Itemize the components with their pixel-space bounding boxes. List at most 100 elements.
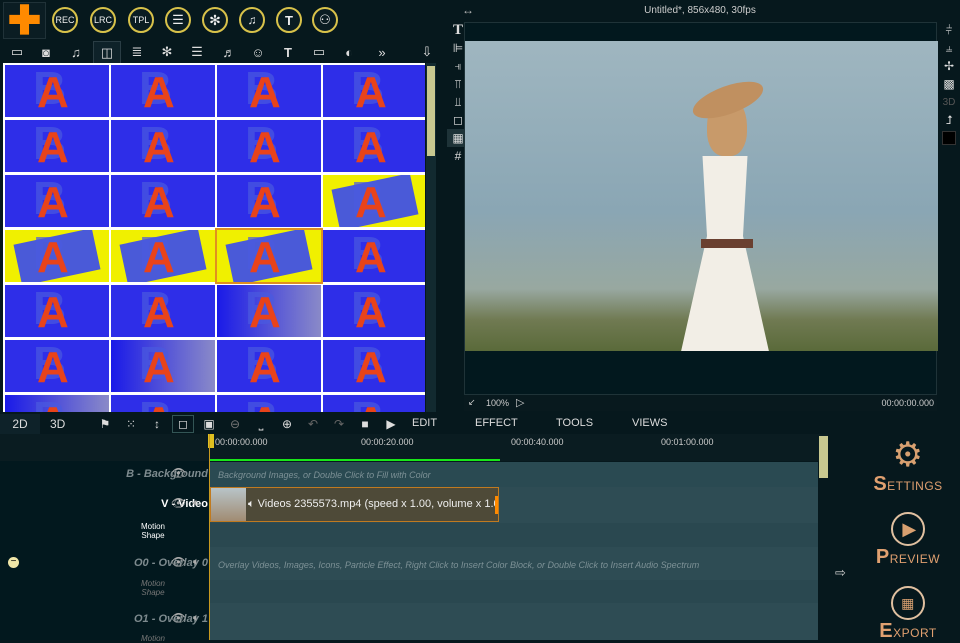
transition-thumbnail[interactable]: BA: [111, 285, 215, 337]
redo-icon[interactable]: ↷: [328, 415, 350, 433]
center-h-icon[interactable]: ⫩: [938, 21, 960, 39]
transition-thumbnail[interactable]: BA: [111, 175, 215, 227]
zoom-level[interactable]: 100%: [486, 398, 509, 408]
layout-tab[interactable]: ▭: [4, 41, 30, 63]
work-area-bar[interactable]: [210, 459, 500, 461]
grid-dots-icon[interactable]: ⁙: [120, 415, 142, 433]
list-tab[interactable]: ☰: [184, 41, 210, 63]
transition-thumbnail[interactable]: BA: [217, 65, 321, 117]
settings-button[interactable]: ⚙ SETTINGS: [868, 437, 948, 496]
center-icon[interactable]: ✢: [938, 57, 960, 75]
menu-effect[interactable]: EFFECT: [475, 417, 518, 429]
transition-thumbnail[interactable]: BA: [215, 228, 323, 284]
transition-thumbnail[interactable]: BA: [111, 395, 215, 412]
motion-label[interactable]: Motion: [133, 579, 173, 588]
music-tab[interactable]: ♫: [63, 41, 89, 63]
scroll-thumb[interactable]: [427, 66, 435, 156]
transition-tab[interactable]: ◫: [93, 41, 121, 63]
transition-thumbnail[interactable]: BA: [217, 175, 321, 227]
motion-label[interactable]: Motion: [133, 634, 173, 643]
add-media-button[interactable]: ✚: [3, 1, 46, 41]
library-scrollbar[interactable]: [426, 63, 436, 412]
eye-icon[interactable]: 👁: [171, 611, 186, 625]
vertical-resize-icon[interactable]: ↕: [146, 415, 168, 433]
download-button[interactable]: ⇩: [414, 41, 440, 63]
transition-thumbnail[interactable]: BA: [323, 395, 425, 412]
person-button[interactable]: ⚇: [312, 7, 338, 33]
text-button[interactable]: T: [276, 7, 302, 33]
tab-2d[interactable]: 2D: [0, 414, 40, 434]
transition-thumbnail[interactable]: BA: [5, 65, 109, 117]
transition-thumbnail[interactable]: BA: [111, 340, 215, 392]
zoom-out-icon[interactable]: ⊖: [224, 415, 246, 433]
smiley-tab[interactable]: ☺: [245, 41, 271, 63]
export-button[interactable]: ▦ EXPORT: [868, 586, 948, 643]
preview-button[interactable]: ▶ PREVIEW: [868, 512, 948, 569]
music-grid-button[interactable]: ♫: [239, 7, 265, 33]
menu-edit[interactable]: EDIT: [412, 417, 437, 429]
transition-thumbnail[interactable]: BA: [5, 285, 109, 337]
effect-tab[interactable]: ✻: [154, 41, 180, 63]
menu-views[interactable]: VIEWS: [632, 417, 667, 429]
lyrics-button[interactable]: LRC: [90, 7, 116, 33]
overlay1-track[interactable]: [210, 603, 818, 640]
more-tab[interactable]: »: [369, 41, 395, 63]
music-grid-tab[interactable]: ♬: [216, 41, 242, 63]
shape-label[interactable]: Shape: [133, 588, 173, 597]
transition-thumbnail[interactable]: BA: [323, 120, 425, 172]
motion-label[interactable]: Motion: [133, 522, 173, 531]
transition-thumbnail[interactable]: BA: [323, 230, 425, 282]
overlay0-motion-track[interactable]: [210, 580, 818, 603]
ruler-icon[interactable]: ⎵: [250, 415, 272, 433]
transition-thumbnail[interactable]: BA: [5, 175, 109, 227]
record-button[interactable]: REC: [52, 7, 78, 33]
tab-3d[interactable]: 3D: [50, 417, 65, 431]
contrast-tab[interactable]: ◐: [336, 41, 362, 63]
speaker-icon[interactable]: 🔈︎: [193, 612, 200, 625]
clip-end-handle[interactable]: [495, 496, 498, 514]
transition-thumbnail[interactable]: BA: [217, 340, 321, 392]
camera-tab[interactable]: ◙: [33, 41, 59, 63]
track-label-background[interactable]: B - Background: [126, 468, 208, 480]
video-clip[interactable]: 🔈︎ Videos 2355573.mp4 (speed x 1.00, vol…: [210, 487, 499, 522]
transition-thumbnail[interactable]: BA: [323, 175, 425, 227]
grid-snap-icon[interactable]: ▩: [938, 75, 960, 93]
collapse-button[interactable]: −: [8, 557, 19, 568]
transition-thumbnail[interactable]: BA: [323, 65, 425, 117]
stop-icon[interactable]: ■: [354, 415, 376, 433]
transition-thumbnail[interactable]: BA: [5, 340, 109, 392]
template-button[interactable]: TPL: [128, 7, 154, 33]
zoom-in-icon[interactable]: ⊕: [276, 415, 298, 433]
frame-icon[interactable]: ◻: [172, 415, 194, 433]
transition-thumbnail[interactable]: BA: [323, 340, 425, 392]
eye-icon[interactable]: 👁: [171, 466, 186, 480]
effect-button[interactable]: ✻: [202, 7, 228, 33]
play-icon[interactable]: ▶: [380, 415, 402, 433]
battery-tab[interactable]: ▭: [306, 41, 332, 63]
transition-thumbnail[interactable]: BA: [217, 120, 321, 172]
transition-thumbnail[interactable]: BA: [5, 230, 109, 282]
center-v-icon[interactable]: ⫨: [938, 39, 960, 57]
transition-thumbnail[interactable]: BA: [111, 230, 215, 282]
calendar-icon[interactable]: ▣: [198, 415, 220, 433]
undo-icon[interactable]: ↶: [302, 415, 324, 433]
speaker-icon[interactable]: 🔈︎: [193, 497, 200, 510]
preview-canvas[interactable]: [464, 22, 938, 395]
video-motion-track[interactable]: [210, 523, 818, 547]
transition-thumbnail[interactable]: BA: [217, 395, 321, 412]
transition-thumbnail[interactable]: BA: [323, 285, 425, 337]
playlist-tab[interactable]: ≣: [124, 41, 150, 63]
menu-tools[interactable]: TOOLS: [556, 417, 593, 429]
shape-label[interactable]: Shape: [133, 531, 173, 540]
list-button[interactable]: ☰: [165, 7, 191, 33]
play-icon[interactable]: ▷: [516, 396, 524, 409]
eye-icon[interactable]: 👁: [171, 555, 186, 569]
color-swatch[interactable]: [938, 129, 960, 147]
shrink-icon[interactable]: ↙: [468, 397, 476, 408]
timeline-scroll-thumb[interactable]: [819, 436, 828, 478]
transition-thumbnail[interactable]: BA: [111, 120, 215, 172]
text-tab[interactable]: T: [275, 41, 301, 63]
transition-thumbnail[interactable]: BA: [5, 120, 109, 172]
speaker-icon[interactable]: 🔈︎: [193, 556, 200, 569]
transition-thumbnail[interactable]: BA: [111, 65, 215, 117]
